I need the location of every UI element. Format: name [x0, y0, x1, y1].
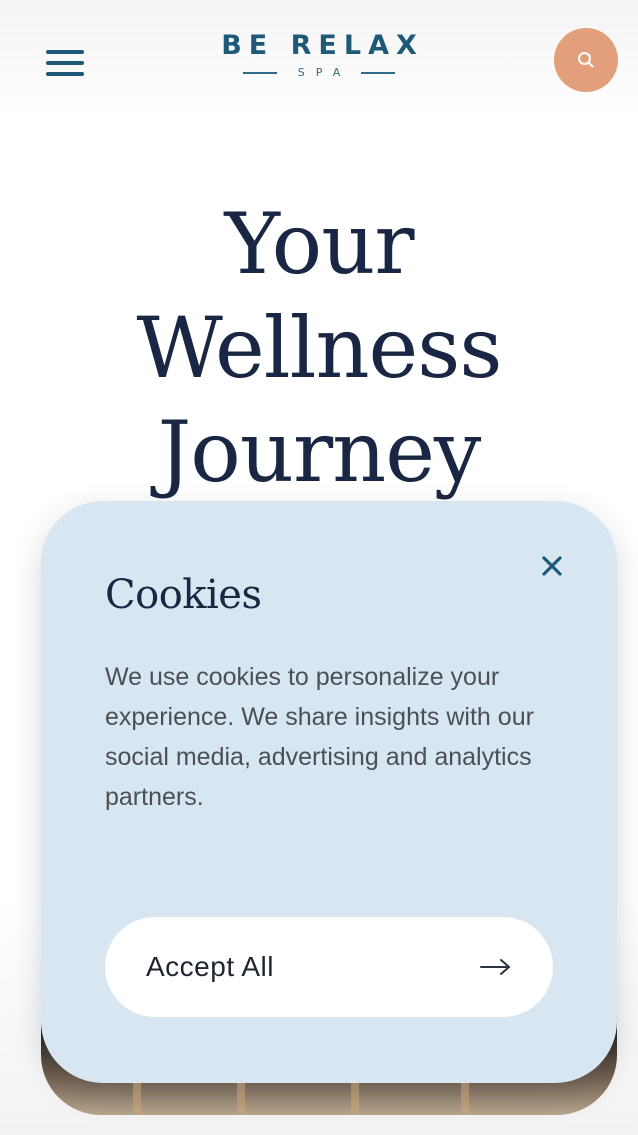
accept-all-button[interactable]: Accept All	[105, 917, 553, 1017]
cookie-banner-text: We use cookies to personalize your exper…	[105, 663, 534, 811]
site-header: BE RELAX SPA	[0, 0, 638, 120]
cookie-banner: Cookies We use cookies to personalize yo…	[41, 501, 617, 1083]
logo-rule-right	[361, 72, 396, 74]
accept-all-label: Accept All	[146, 951, 274, 982]
brand-logo[interactable]: BE RELAX SPA	[199, 30, 439, 86]
close-button[interactable]	[535, 549, 569, 583]
hero-title-line: Wellness	[136, 299, 503, 397]
hamburger-menu-icon[interactable]	[46, 50, 84, 76]
menu-bar	[46, 72, 84, 76]
hero-title-line: Journey	[157, 403, 482, 501]
logo-wordmark: BE RELAX	[221, 30, 424, 61]
search-icon	[578, 52, 594, 68]
arrow-right-icon	[479, 957, 513, 977]
menu-bar	[46, 61, 84, 65]
cookie-banner-title: Cookies	[105, 572, 262, 618]
menu-bar	[46, 50, 84, 54]
search-button[interactable]	[554, 28, 618, 92]
logo-subtitle: SPA	[297, 66, 352, 79]
page: BE RELAX SPA Your Wellness Journey Cooki…	[0, 0, 638, 1135]
hero-title-line: Your	[224, 195, 415, 293]
logo-subline: SPA	[199, 66, 439, 80]
close-icon	[542, 556, 562, 576]
hero-title: Your Wellness Journey	[0, 192, 638, 504]
logo-rule-left	[242, 72, 277, 74]
